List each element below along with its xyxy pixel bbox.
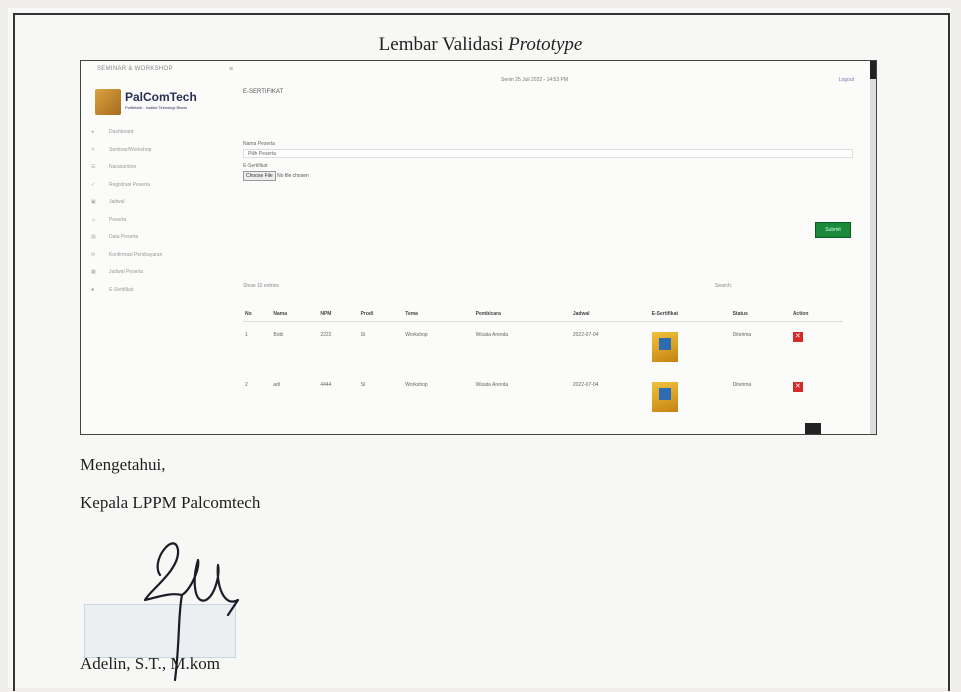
col-pembicara[interactable]: Pembicara <box>473 307 571 322</box>
app-topbar: SEMINAR & WORKSHOP ≡ Senin 25 Juli 2022 … <box>81 61 876 83</box>
menu-icon: ✎ <box>91 146 96 153</box>
sidebar-item-dashboard[interactable]: ◂ Dashboard <box>91 129 162 147</box>
title-italic: Prototype <box>508 34 583 55</box>
menu-icon: ◂ <box>91 129 94 135</box>
col-action[interactable]: Action <box>790 307 843 322</box>
signer-name: Adelin, S.T., M.kom <box>80 654 220 673</box>
cell-certificate <box>650 322 731 373</box>
document-title: Lembar Validasi Prototype <box>0 34 961 56</box>
search-label[interactable]: Search: <box>715 283 732 289</box>
sidebar-item-label: Peserta <box>109 216 127 223</box>
cell-no: 2 <box>245 382 248 388</box>
scrollbar-arrow[interactable] <box>870 61 876 79</box>
cell-status: Diterima <box>732 332 752 338</box>
table-header-row: No Nama NPM Prodi Tema Pembicara Jadwal … <box>243 307 843 322</box>
logo-subtitle: Politeknik - Institut Teknologi Bisnis <box>125 105 188 110</box>
sidebar-item-peserta[interactable]: ☺ Peserta <box>91 217 162 235</box>
sidebar-item-label: Konfirmasi Pembayaran <box>109 251 163 258</box>
menu-icon: ✉ <box>91 251 96 258</box>
cell-pembicara: Wisata Arenda <box>475 332 509 338</box>
certificate-table: No Nama NPM Prodi Tema Pembicara Jadwal … <box>243 307 843 422</box>
certificate-thumbnail-icon[interactable] <box>651 332 678 362</box>
cell-tema: Workshop <box>405 382 428 388</box>
col-e-sertifikat[interactable]: E-Sertifikat <box>649 307 731 322</box>
col-npm[interactable]: NPM <box>318 307 359 322</box>
cell-jadwal: 2022-07-04 <box>572 382 599 388</box>
cell-action: ✕ <box>791 372 843 422</box>
table-row: 1 Bobi 2222 SI Workshop Wisata Arenda 20… <box>243 322 843 373</box>
no-file-text: No file chosen <box>277 173 309 179</box>
sidebar-menu: ◂ Dashboard ✎ Seminar/Workshop ☰ Narasumber… <box>91 129 162 304</box>
delete-icon[interactable]: ✕ <box>792 382 803 392</box>
choose-file-button[interactable]: Choose File <box>243 171 276 181</box>
logo-mark-icon <box>95 89 121 115</box>
scrollbar-track[interactable] <box>870 79 876 434</box>
cell-npm: 2222 <box>320 332 332 338</box>
sidebar-item-registrasi[interactable]: ✓ Registrasi Peserta <box>91 182 162 200</box>
cell-nama: Bobi <box>273 332 284 338</box>
hamburger-icon[interactable]: ≡ <box>229 66 233 73</box>
certificate-label: E-Sertifikat <box>243 163 268 169</box>
cell-nama: adi <box>273 382 281 388</box>
sidebar-item-data-peserta[interactable]: ▤ Data Peserta <box>91 234 162 252</box>
table-row: 2 adi 4444 SI Workshop Wisata Arenda 202… <box>243 372 843 422</box>
sidebar-item-label: Jadwal Peserta <box>109 269 144 275</box>
certificate-thumbnail-icon[interactable] <box>651 382 678 412</box>
sidebar-item-label: E-Sertifikat <box>109 286 134 293</box>
sidebar-item-label: Dashboard <box>109 129 134 135</box>
position-text: Kepala LPPM Palcomtech <box>80 493 261 512</box>
cell-tema: Workshop <box>405 332 428 338</box>
cell-prodi: SI <box>360 332 366 338</box>
col-prodi[interactable]: Prodi <box>358 307 404 322</box>
show-entries[interactable]: Show 10 entries <box>243 283 279 289</box>
sidebar: PalComTech Politeknik - Institut Teknolo… <box>81 79 223 434</box>
menu-icon: ▦ <box>91 269 96 275</box>
cell-no: 1 <box>245 332 248 338</box>
cell-action: ✕ <box>791 322 843 373</box>
menu-icon: ✓ <box>91 181 96 188</box>
menu-icon: ♣ <box>91 286 95 293</box>
sidebar-item-label: Jadwal <box>109 199 125 205</box>
cell-jadwal: 2022-07-04 <box>572 332 599 338</box>
sidebar-item-label: Registrasi Peserta <box>109 181 150 188</box>
submit-button[interactable]: Submit <box>815 222 851 238</box>
sidebar-item-konfirmasi[interactable]: ✉ Konfirmasi Pembayaran <box>91 252 162 270</box>
cell-certificate <box>650 372 731 422</box>
col-jadwal[interactable]: Jadwal <box>570 307 650 322</box>
prototype-screenshot: SEMINAR & WORKSHOP ≡ Senin 25 Juli 2022 … <box>80 60 877 435</box>
participant-select[interactable]: Pilih Peserta <box>243 149 853 158</box>
acknowledge-text: Mengetahui, <box>80 455 166 474</box>
file-row: Choose File No file chosen <box>243 171 309 181</box>
col-status[interactable]: Status <box>730 307 791 322</box>
page-title: E-SERTIFIKAT <box>243 89 284 95</box>
menu-icon: ▣ <box>91 199 96 205</box>
sidebar-item-jadwal[interactable]: ▣ Jadwal <box>91 199 162 217</box>
cell-pembicara: Wisata Arenda <box>475 382 509 388</box>
title-main: Lembar Validasi <box>378 34 509 55</box>
col-no[interactable]: No <box>243 307 272 322</box>
sidebar-item-label: Seminar/Workshop <box>109 146 152 153</box>
menu-icon: ☺ <box>91 216 97 223</box>
sidebar-item-label: Data Peserta <box>109 234 139 240</box>
scroll-to-top-button[interactable] <box>805 423 821 434</box>
cell-status: Diterima <box>732 382 752 388</box>
delete-icon[interactable]: ✕ <box>792 332 803 342</box>
sidebar-item-narasumber[interactable]: ☰ Narasumber <box>91 164 162 182</box>
header-brand: SEMINAR & WORKSHOP <box>97 66 173 72</box>
cell-prodi: SI <box>360 382 366 388</box>
logo-text: PalComTech <box>125 90 197 104</box>
sidebar-item-label: Narasumber <box>109 164 137 170</box>
cell-npm: 4444 <box>320 382 332 388</box>
menu-icon: ▤ <box>91 234 96 240</box>
sidebar-item-seminar[interactable]: ✎ Seminar/Workshop <box>91 147 162 165</box>
sidebar-item-jadwal-peserta[interactable]: ▦ Jadwal Peserta <box>91 269 162 287</box>
sidebar-item-e-sertifikat[interactable]: ♣ E-Sertifikat <box>91 287 162 305</box>
col-tema[interactable]: Tema <box>403 307 474 322</box>
palcomtech-logo: PalComTech Politeknik - Institut Teknolo… <box>95 89 213 117</box>
menu-icon: ☰ <box>91 164 96 170</box>
main-content: E-SERTIFIKAT Nama Peserta Pilih Peserta … <box>223 79 863 434</box>
col-nama[interactable]: Nama <box>271 307 319 322</box>
name-label: Nama Peserta <box>243 141 275 147</box>
